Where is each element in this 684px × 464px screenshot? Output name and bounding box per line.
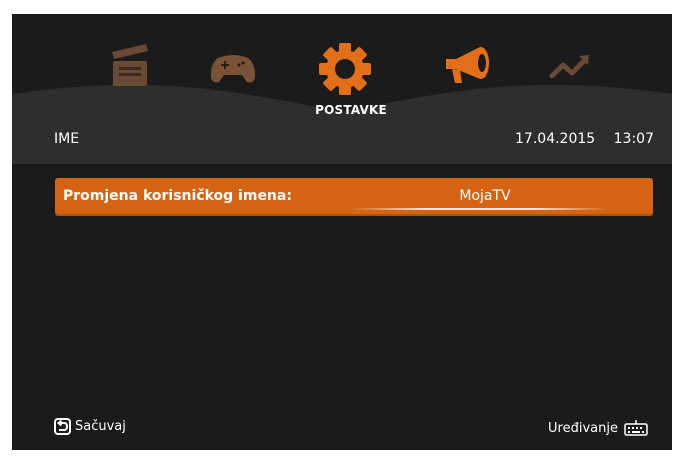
save-label: Sačuvaj bbox=[75, 419, 126, 434]
tv-screen: POSTAVKE IME 17.04.2015 13:07 Promjena k… bbox=[12, 14, 672, 450]
nav-label-settings: POSTAVKE bbox=[315, 103, 387, 117]
clapperboard-icon[interactable] bbox=[108, 42, 152, 88]
username-field-label: Promjena korisničkog imena: bbox=[63, 188, 292, 204]
gear-icon[interactable] bbox=[317, 41, 373, 97]
date-text: 17.04.2015 bbox=[515, 131, 596, 147]
back-return-icon bbox=[54, 418, 71, 435]
time-text: 13:07 bbox=[613, 131, 654, 147]
edit-label: Uređivanje bbox=[548, 420, 618, 436]
datetime: 17.04.2015 13:07 bbox=[515, 131, 654, 147]
edit-button[interactable]: Uređivanje bbox=[548, 420, 648, 436]
page-title: IME bbox=[54, 131, 80, 147]
trend-icon[interactable] bbox=[548, 52, 592, 82]
input-underline bbox=[349, 208, 611, 210]
keyboard-icon bbox=[624, 420, 648, 436]
megaphone-icon[interactable] bbox=[442, 43, 494, 87]
username-field-row[interactable]: Promjena korisničkog imena: MojaTV bbox=[55, 178, 653, 216]
username-input[interactable]: MojaTV bbox=[385, 188, 585, 204]
save-button[interactable]: Sačuvaj bbox=[54, 418, 126, 435]
gamepad-icon[interactable] bbox=[208, 52, 258, 86]
